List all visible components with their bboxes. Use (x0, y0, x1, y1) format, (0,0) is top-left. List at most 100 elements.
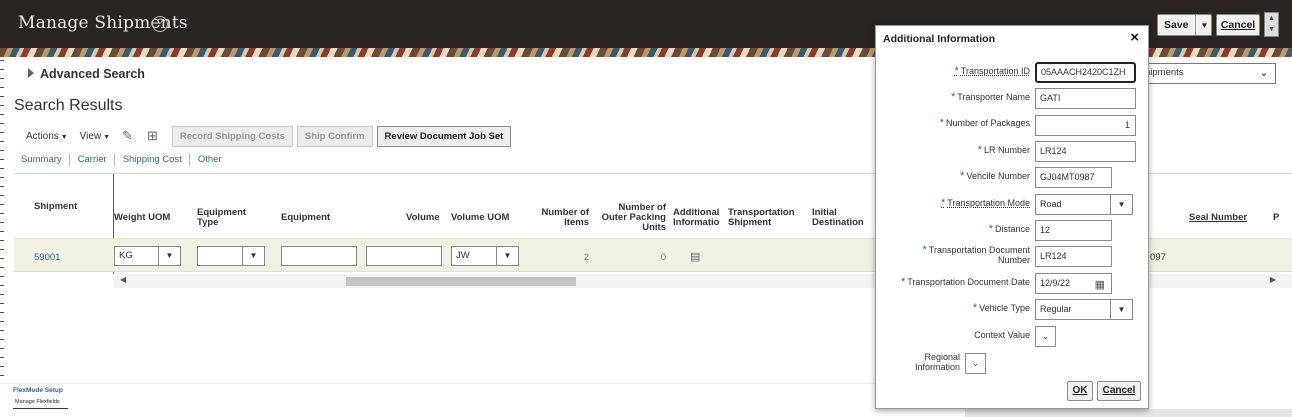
results-toolbar: Actions View ✎ ⊞ Record Shipping Costs S… (14, 124, 515, 148)
col-volume-uom[interactable]: Volume UOM (451, 213, 509, 223)
equipment-type-select[interactable]: ▼ (197, 246, 265, 266)
calendar-icon[interactable]: ▦ (1095, 276, 1105, 293)
footer-strip: FlexMode Setup Manage Flexfields (0, 383, 965, 417)
transporter-name-label: * Transporter Name (951, 91, 1030, 103)
lr-number-input[interactable]: LR124 (1035, 141, 1136, 162)
save-dropdown-icon[interactable]: ▼ (1196, 21, 1214, 30)
col-transportation-shipment[interactable]: Transportation Shipment (728, 208, 808, 228)
dialog-title: Additional Information (883, 33, 995, 45)
weight-uom-select[interactable]: KG ▼ (114, 246, 181, 266)
transportation-document-date-label: * Transportation Document Date (900, 276, 1030, 288)
help-icon[interactable]: ? (152, 16, 168, 32)
edit-pencil-icon[interactable]: ✎ (122, 128, 133, 144)
scroll-right-icon[interactable]: ▶ (1270, 275, 1276, 284)
weight-uom-value: KG (119, 250, 133, 261)
chevron-down-icon[interactable]: ⌄ (1042, 332, 1049, 341)
partial-cell-value: 097 (1150, 252, 1166, 263)
transportation-mode-label: * Transportation Mode (941, 197, 1030, 209)
expand-triangle-icon[interactable] (28, 68, 34, 78)
vehicle-type-value: Regular (1040, 304, 1072, 314)
col-volume[interactable]: Volume (406, 213, 440, 223)
distance-label: * Distance (988, 223, 1030, 235)
volume-input[interactable] (366, 246, 442, 266)
transportation-id-input[interactable]: 05AAACH2420C1ZH (1035, 62, 1136, 83)
volume-uom-value: JW (456, 250, 470, 261)
advanced-search-toggle[interactable]: Advanced Search (28, 67, 145, 81)
equipment-input[interactable] (281, 246, 357, 266)
left-edge-marks (0, 60, 4, 417)
vehicle-type-select[interactable]: Regular ▼ (1035, 299, 1133, 320)
col-more[interactable]: P (1273, 213, 1279, 223)
number-of-packages-input[interactable]: 1 (1035, 115, 1136, 136)
background-select-value: hipments (1145, 67, 1184, 78)
bottom-grey-strip (965, 409, 1292, 417)
chevron-down-icon[interactable]: ▼ (242, 247, 264, 265)
col-additional-information[interactable]: Additional Informatio (673, 208, 723, 228)
number-of-items-value: 2 (583, 252, 589, 263)
save-button-label[interactable]: Save (1158, 15, 1196, 35)
cancel-button[interactable]: Cancel (1216, 14, 1260, 36)
additional-information-icon[interactable]: ▤ (690, 250, 700, 263)
dialog-cancel-button[interactable]: Cancel (1097, 381, 1141, 401)
subtab-summary[interactable]: Summary (21, 153, 70, 166)
footer-underline (13, 408, 68, 409)
record-shipping-costs-button[interactable]: Record Shipping Costs (171, 125, 293, 147)
context-value-label: Context Value (974, 330, 1030, 340)
regional-information-select[interactable]: ⌄ (965, 353, 986, 374)
transportation-mode-select[interactable]: Road ▼ (1035, 194, 1133, 215)
lr-number-label: * LR Number (977, 144, 1030, 156)
detach-table-icon[interactable]: ⊞ (147, 128, 158, 144)
ship-confirm-button[interactable]: Ship Confirm (296, 125, 373, 147)
save-button[interactable]: Save ▼ (1157, 14, 1212, 36)
detail-subtabs: Summary Carrier Shipping Cost Other (21, 153, 237, 166)
col-weight-uom[interactable]: Weight UOM (114, 213, 170, 223)
col-shipment[interactable]: Shipment (34, 202, 77, 212)
search-results-title: Search Results (14, 97, 123, 114)
scroll-spinner-icon[interactable]: ▲ ▼ (1264, 12, 1279, 37)
col-seal-number[interactable]: Seal Number (1189, 213, 1247, 223)
chevron-down-icon[interactable]: ▼ (1110, 300, 1132, 319)
col-outer-packing-units[interactable]: Number of Outer Packing Units (596, 203, 666, 233)
col-equipment[interactable]: Equipment (281, 213, 330, 223)
close-icon[interactable]: × (1130, 29, 1139, 46)
chevron-down-icon[interactable]: ▼ (1110, 195, 1132, 214)
subtab-other[interactable]: Other (198, 153, 229, 166)
vehicle-number-input[interactable]: GJ04MT0987 (1035, 167, 1112, 188)
vehicle-number-label: * Vehcile Number (960, 170, 1030, 182)
advanced-search-label[interactable]: Advanced Search (40, 67, 145, 81)
review-document-job-set-button[interactable]: Review Document Job Set (376, 125, 512, 147)
transportation-document-date-input[interactable]: 12/9/22 ▦ (1035, 273, 1112, 294)
number-of-packages-label: * Number of Packages (939, 117, 1030, 129)
outer-packing-units-value: 0 (660, 252, 666, 263)
footer-sub-label[interactable]: Manage Flexfields (15, 399, 60, 405)
subtab-shipping-cost[interactable]: Shipping Cost (123, 153, 190, 166)
col-equipment-type[interactable]: Equipment Type (197, 208, 262, 228)
actions-menu[interactable]: Actions (26, 131, 68, 142)
col-initial-destination[interactable]: Initial Destination (812, 208, 872, 228)
chevron-down-icon[interactable]: ⌄ (972, 359, 979, 368)
regional-information-label: Regional Information (914, 352, 960, 372)
chevron-down-icon[interactable]: ⌄ (1253, 64, 1275, 82)
transporter-name-input[interactable]: GATI (1035, 88, 1136, 109)
shipment-link[interactable]: 59001 (34, 252, 60, 263)
chevron-down-icon[interactable]: ▼ (496, 247, 518, 265)
footer-app-name[interactable]: FlexMode Setup (13, 387, 63, 394)
transportation-id-label: * Transportation ID (954, 65, 1030, 77)
scroll-left-icon[interactable]: ◀ (120, 275, 126, 284)
context-value-select[interactable]: ⌄ (1035, 326, 1056, 347)
transportation-document-number-label: * Transportation Document Number (922, 244, 1031, 265)
ok-button[interactable]: OK (1067, 381, 1093, 401)
vehicle-type-label: * Vehicle Type (972, 302, 1030, 314)
col-number-of-items[interactable]: Number of Items (529, 208, 590, 228)
additional-information-dialog: Additional Information × * Transportation… (875, 25, 1149, 409)
volume-uom-select[interactable]: JW ▼ (451, 246, 519, 266)
scrollbar-thumb[interactable] (346, 277, 576, 286)
transportation-mode-value: Road (1040, 199, 1062, 209)
transportation-document-number-input[interactable]: LR124 (1035, 246, 1112, 267)
distance-input[interactable]: 12 (1035, 220, 1112, 241)
transportation-document-date-value: 12/9/22 (1040, 278, 1071, 288)
background-select[interactable]: hipments ⌄ (1140, 63, 1276, 84)
chevron-down-icon[interactable]: ▼ (158, 247, 180, 265)
view-menu[interactable]: View (80, 131, 110, 142)
subtab-carrier[interactable]: Carrier (78, 153, 115, 166)
